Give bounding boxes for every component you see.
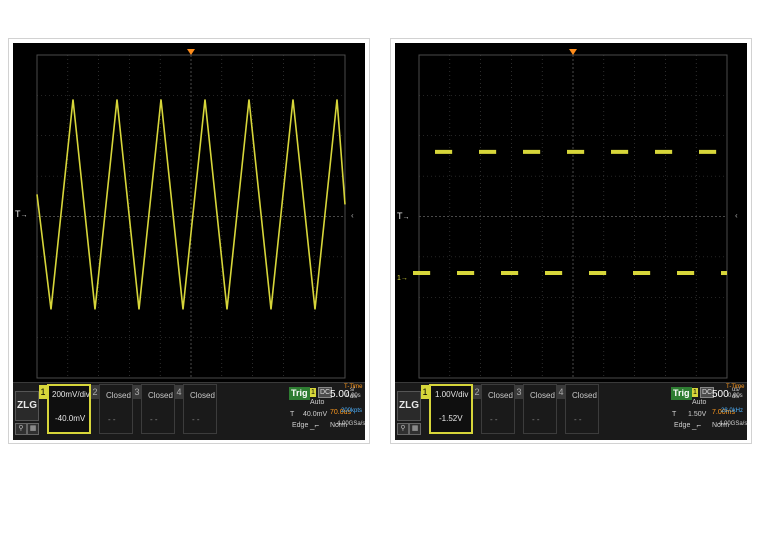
rising-edge-icon: _⌐ — [310, 421, 320, 430]
scope-screen: T→ 1→ ‹ ZLG ⚲ ▦ 1 1.00V/div -1.52V 2 Clo… — [395, 43, 747, 440]
status-bar: ZLG ⚲ ▦ 1 200mV/div -40.0mV 2 Closed - -… — [13, 382, 365, 440]
ch2-number-badge: 2 — [91, 385, 99, 399]
scope-screen: T→ ‹ ZLG ⚲ ▦ 1 200mV/div -40.0mV 2 Close… — [13, 43, 365, 440]
trigger-mode: Auto — [692, 399, 707, 406]
ch1-scale: 1.00V/div — [435, 390, 469, 399]
ch1-panel[interactable]: 1.00V/div -1.52V — [429, 384, 473, 434]
brand-logo: ZLG — [15, 391, 39, 421]
grid-icon[interactable]: ▦ — [27, 423, 39, 435]
ch4-state: Closed — [572, 391, 597, 400]
trigger-level-prefix: T — [290, 411, 295, 418]
ch3-panel[interactable]: Closed - - — [141, 384, 175, 434]
sample-rate: 4.00GSa/s — [719, 421, 748, 427]
trigger-level-marker[interactable]: T→ — [397, 211, 410, 221]
trigger-panel[interactable]: Trig 1 DC Auto T 1.50V Edge _⌐ — [671, 385, 715, 435]
oscilloscope-screenshot-left: T→ ‹ ZLG ⚲ ▦ 1 200mV/div -40.0mV 2 Close… — [8, 38, 370, 444]
memory-depth: 200kpts — [341, 408, 363, 414]
ch1-marker-label: 1 — [397, 275, 401, 282]
chevron-left-icon[interactable]: ‹ — [735, 211, 738, 220]
ttime-value: 0.00s — [728, 393, 743, 399]
waveform-display — [36, 49, 346, 379]
ttime-value: 0.00s — [346, 393, 361, 399]
ch3-number-badge: 3 — [515, 385, 523, 399]
ch2-panel[interactable]: Closed - - — [99, 384, 133, 434]
oscilloscope-screenshot-right: T→ 1→ ‹ ZLG ⚲ ▦ 1 1.00V/div -1.52V 2 Clo… — [390, 38, 752, 444]
trigger-source-badge: 1 — [692, 388, 698, 397]
ch1-offset: -1.52V — [439, 414, 463, 423]
ch3-dashes: - - — [532, 415, 540, 424]
trigger-source-badge: 1 — [310, 388, 316, 397]
ch2-number-badge: 2 — [473, 385, 481, 399]
ch4-dashes: - - — [574, 415, 582, 424]
sample-rate: 4.00GSa/s — [337, 421, 366, 427]
ch4-panel[interactable]: Closed - - — [183, 384, 217, 434]
ch2-state: Closed — [106, 391, 131, 400]
trigger-type: Edge — [674, 422, 691, 429]
ch4-dashes: - - — [192, 415, 200, 424]
ch1-panel[interactable]: 200mV/div -40.0mV — [47, 384, 91, 434]
trigger-label: Trig — [289, 387, 310, 400]
ch2-state: Closed — [488, 391, 513, 400]
trigger-level: 40.0mV — [303, 411, 328, 418]
trigger-level: 1.50V — [688, 411, 707, 418]
magnify-icon[interactable]: ⚲ — [397, 423, 409, 435]
ch4-panel[interactable]: Closed - - — [565, 384, 599, 434]
trigger-mode: Auto — [310, 399, 325, 406]
ttime-label: T-Time — [344, 384, 363, 390]
chevron-left-icon[interactable]: ‹ — [351, 211, 354, 220]
rising-edge-icon: _⌐ — [692, 421, 702, 430]
trigger-panel[interactable]: Trig 1 DC Auto T 40.0mV Edge _⌐ — [289, 385, 333, 435]
ch3-state: Closed — [530, 391, 555, 400]
ch4-number-badge: 4 — [175, 385, 183, 399]
ch1-number-badge: 1 — [421, 385, 429, 399]
ch3-panel[interactable]: Closed - - — [523, 384, 557, 434]
ttime-panel: T-Time 0.00s 28.0kHz 4.00GSa/s — [719, 384, 749, 440]
ch2-panel[interactable]: Closed - - — [481, 384, 515, 434]
ch1-offset: -40.0mV — [55, 414, 86, 423]
trigger-position-marker[interactable] — [569, 49, 577, 55]
brand-logo: ZLG — [397, 391, 421, 421]
ch3-dashes: - - — [150, 415, 158, 424]
magnify-icon[interactable]: ⚲ — [15, 423, 27, 435]
ch2-dashes: - - — [108, 415, 116, 424]
status-bar: ZLG ⚲ ▦ 1 1.00V/div -1.52V 2 Closed - - … — [395, 382, 747, 440]
trigger-position-marker[interactable] — [187, 49, 195, 55]
ch1-ground-marker[interactable]: 1→ — [397, 275, 408, 282]
ch1-scale: 200mV/div — [52, 390, 90, 399]
ch2-dashes: - - — [490, 415, 498, 424]
ch3-state: Closed — [148, 391, 173, 400]
ch4-state: Closed — [190, 391, 215, 400]
trigger-level-marker[interactable]: T→ — [15, 209, 28, 219]
ttime-panel: T-Time 0.00s 200kpts 4.00GSa/s — [337, 384, 367, 440]
ch3-number-badge: 3 — [133, 385, 141, 399]
ch1-number-badge: 1 — [39, 385, 47, 399]
trigger-type: Edge — [292, 422, 309, 429]
trigger-level-prefix: T — [672, 411, 677, 418]
waveform-display — [413, 49, 728, 379]
trigger-label: Trig — [671, 387, 692, 400]
timebase-rate: 28.0kHz — [721, 408, 744, 414]
ttime-label: T-Time — [726, 384, 745, 390]
grid-icon[interactable]: ▦ — [409, 423, 421, 435]
ch4-number-badge: 4 — [557, 385, 565, 399]
